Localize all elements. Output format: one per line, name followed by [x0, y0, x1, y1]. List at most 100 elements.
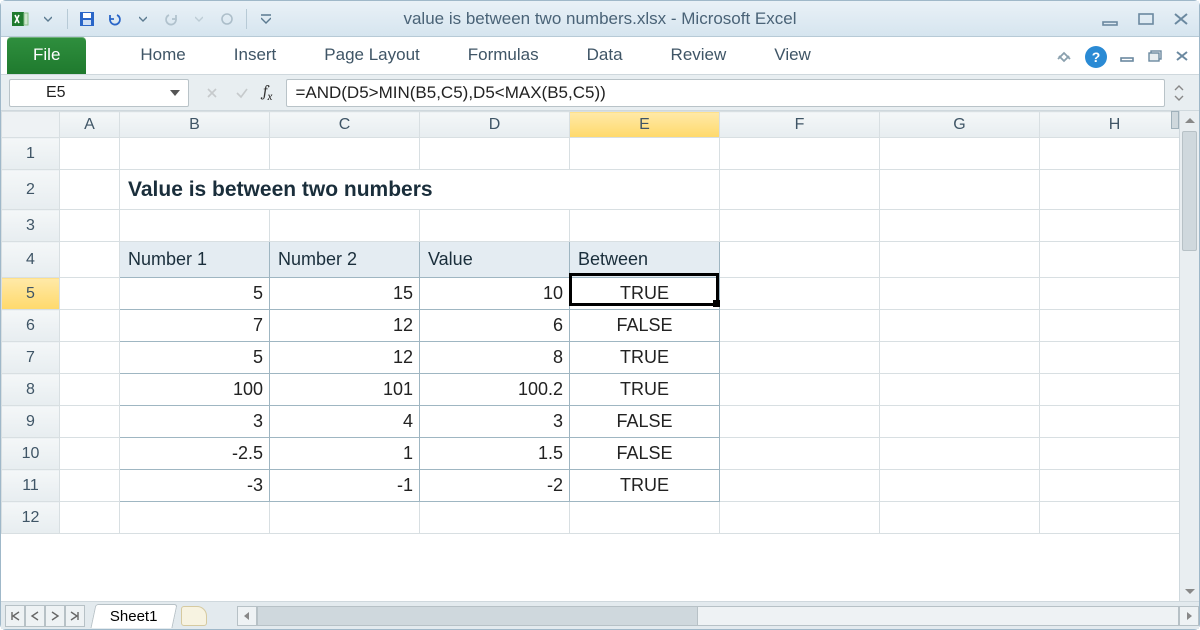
file-tab[interactable]: File — [7, 37, 86, 74]
customize-qat-icon[interactable] — [255, 8, 277, 30]
col-header-H[interactable]: H — [1040, 112, 1180, 138]
undo-dropdown-icon[interactable] — [132, 8, 154, 30]
table-header[interactable]: Number 1 — [120, 242, 270, 278]
row-header[interactable]: 5 — [2, 278, 60, 310]
scroll-left-icon[interactable] — [237, 606, 257, 626]
select-all-corner[interactable] — [2, 112, 60, 138]
cell[interactable]: 12 — [270, 310, 420, 342]
redo-icon[interactable] — [160, 8, 182, 30]
cell[interactable]: -2.5 — [120, 438, 270, 470]
cell[interactable]: 1.5 — [420, 438, 570, 470]
row-header[interactable]: 2 — [2, 170, 60, 210]
cell[interactable]: -2 — [420, 470, 570, 502]
sheet-nav-prev-icon[interactable] — [25, 605, 45, 627]
scrollbar-track[interactable] — [1180, 131, 1199, 581]
cancel-formula-icon[interactable] — [197, 79, 227, 107]
cell[interactable]: FALSE — [570, 438, 720, 470]
cell[interactable]: TRUE — [570, 342, 720, 374]
cell-selected[interactable]: TRUE — [570, 278, 720, 310]
split-handle[interactable] — [1171, 111, 1179, 129]
cell[interactable]: 3 — [120, 406, 270, 438]
ribbon-collapse-icon[interactable] — [1055, 49, 1073, 66]
formula-input[interactable]: =AND(D5>MIN(B5,C5),D5<MAX(B5,C5)) — [286, 79, 1165, 107]
sheet-title-cell[interactable]: Value is between two numbers — [120, 170, 720, 210]
cell[interactable]: 1 — [270, 438, 420, 470]
qat-dropdown-icon[interactable] — [37, 8, 59, 30]
horizontal-scrollbar[interactable] — [237, 606, 1199, 626]
tab-home[interactable]: Home — [116, 36, 209, 74]
tab-data[interactable]: Data — [563, 36, 647, 74]
row-header[interactable]: 8 — [2, 374, 60, 406]
vertical-scrollbar[interactable] — [1179, 111, 1199, 601]
minimize-icon[interactable] — [1101, 12, 1119, 26]
cell[interactable]: FALSE — [570, 310, 720, 342]
cell[interactable]: 5 — [120, 278, 270, 310]
scrollbar-thumb[interactable] — [258, 607, 698, 625]
cell[interactable]: 101 — [270, 374, 420, 406]
workbook-minimize-icon[interactable] — [1119, 49, 1135, 65]
row-header[interactable]: 11 — [2, 470, 60, 502]
col-header-G[interactable]: G — [880, 112, 1040, 138]
maximize-icon[interactable] — [1137, 12, 1155, 26]
cell[interactable]: 3 — [420, 406, 570, 438]
table-header[interactable]: Between — [570, 242, 720, 278]
tab-insert[interactable]: Insert — [210, 36, 301, 74]
redo-dropdown-icon[interactable] — [188, 8, 210, 30]
insert-function-icon[interactable]: fx — [257, 82, 278, 103]
row-header[interactable]: 6 — [2, 310, 60, 342]
table-header[interactable]: Number 2 — [270, 242, 420, 278]
cell[interactable]: 100.2 — [420, 374, 570, 406]
undo-icon[interactable] — [104, 8, 126, 30]
tab-formulas[interactable]: Formulas — [444, 36, 563, 74]
row-header[interactable]: 7 — [2, 342, 60, 374]
cell[interactable]: 7 — [120, 310, 270, 342]
expand-formula-bar-icon[interactable] — [1173, 84, 1191, 102]
scrollbar-track[interactable] — [257, 606, 1179, 626]
row-header[interactable]: 10 — [2, 438, 60, 470]
row-header[interactable]: 1 — [2, 138, 60, 170]
row-header[interactable]: 3 — [2, 210, 60, 242]
worksheet-grid[interactable]: A B C D E F G H 1 2 Value is between two… — [1, 111, 1179, 601]
close-icon[interactable] — [1173, 12, 1189, 26]
sheet-tab-active[interactable]: Sheet1 — [90, 604, 177, 628]
cell[interactable]: 15 — [270, 278, 420, 310]
tab-view[interactable]: View — [750, 36, 835, 74]
sheet-nav-next-icon[interactable] — [45, 605, 65, 627]
save-icon[interactable] — [76, 8, 98, 30]
cell[interactable]: 4 — [270, 406, 420, 438]
cell[interactable]: 12 — [270, 342, 420, 374]
col-header-A[interactable]: A — [60, 112, 120, 138]
sheet-nav-first-icon[interactable] — [5, 605, 25, 627]
scrollbar-thumb[interactable] — [1182, 131, 1197, 251]
col-header-D[interactable]: D — [420, 112, 570, 138]
new-sheet-icon[interactable] — [181, 606, 207, 626]
cell[interactable]: TRUE — [570, 374, 720, 406]
tab-review[interactable]: Review — [647, 36, 751, 74]
row-header[interactable]: 9 — [2, 406, 60, 438]
col-header-B[interactable]: B — [120, 112, 270, 138]
touch-mode-icon[interactable] — [216, 8, 238, 30]
cell[interactable]: -1 — [270, 470, 420, 502]
tab-page-layout[interactable]: Page Layout — [300, 36, 443, 74]
scroll-down-icon[interactable] — [1180, 581, 1199, 601]
scroll-up-icon[interactable] — [1180, 111, 1199, 131]
cell[interactable]: 10 — [420, 278, 570, 310]
sheet-nav-last-icon[interactable] — [65, 605, 85, 627]
excel-app-icon[interactable] — [9, 8, 31, 30]
cell[interactable]: 5 — [120, 342, 270, 374]
row-header[interactable]: 4 — [2, 242, 60, 278]
name-box-dropdown-icon[interactable] — [166, 84, 184, 102]
workbook-close-icon[interactable] — [1175, 49, 1189, 65]
row-header[interactable]: 12 — [2, 502, 60, 534]
col-header-F[interactable]: F — [720, 112, 880, 138]
cell[interactable]: 100 — [120, 374, 270, 406]
cell[interactable]: 6 — [420, 310, 570, 342]
cell[interactable]: TRUE — [570, 470, 720, 502]
workbook-restore-icon[interactable] — [1147, 49, 1163, 66]
enter-formula-icon[interactable] — [227, 79, 257, 107]
col-header-E[interactable]: E — [570, 112, 720, 138]
cell[interactable]: -3 — [120, 470, 270, 502]
table-header[interactable]: Value — [420, 242, 570, 278]
cell[interactable]: FALSE — [570, 406, 720, 438]
scroll-right-icon[interactable] — [1179, 606, 1199, 626]
